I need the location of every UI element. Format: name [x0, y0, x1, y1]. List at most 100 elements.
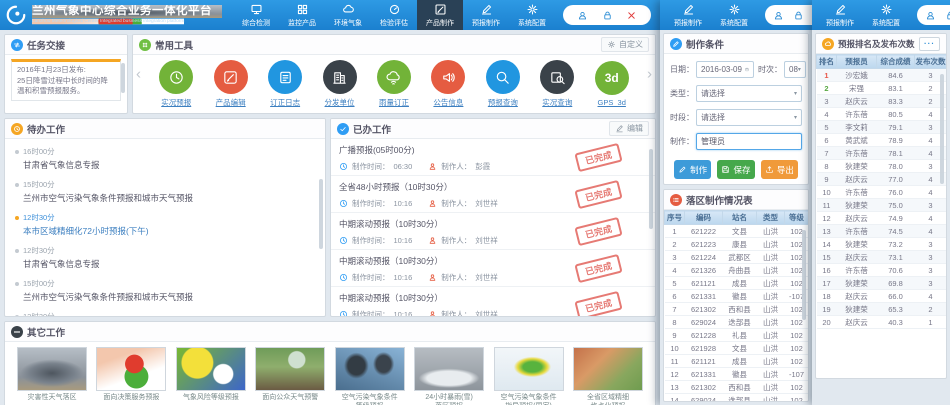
- table-row[interactable]: 13 621302 西和县 山洪 102: [665, 381, 809, 394]
- chevron-left-icon[interactable]: ‹: [136, 66, 141, 83]
- action-button[interactable]: 保存: [717, 160, 754, 179]
- done-item[interactable]: 全省48小时预报（10时30分） 制作时间： 10:16 制作人： 刘世祥: [331, 176, 655, 213]
- nav-item[interactable]: 预报制作: [817, 0, 863, 30]
- table-row[interactable]: 10 许东蓓 76.0 4: [817, 186, 947, 199]
- table-row[interactable]: 17 狄建荣 69.8 3: [817, 277, 947, 290]
- nav-item[interactable]: 预报制作: [665, 0, 711, 30]
- edit-button[interactable]: 编辑: [609, 121, 649, 136]
- more-menu-button[interactable]: ···: [919, 37, 940, 51]
- action-button[interactable]: 制作: [674, 160, 711, 179]
- tool-item[interactable]: 分发单位: [323, 60, 357, 108]
- table-row[interactable]: 10 621928 文县 山洪 102: [665, 342, 809, 355]
- date-input[interactable]: [701, 65, 745, 74]
- todo-item[interactable]: 12时30分 本市区域精细化72小时预报(下午): [15, 311, 315, 316]
- table-row[interactable]: 1 621222 文县 山洪 102: [665, 225, 809, 238]
- table-row[interactable]: 5 621121 成县 山洪 102: [665, 277, 809, 290]
- nav-item[interactable]: 系统配置: [863, 0, 909, 30]
- maker-input[interactable]: [701, 137, 797, 146]
- table-row[interactable]: 3 621224 武都区 山洪 102: [665, 251, 809, 264]
- tool-item[interactable]: 雨量订正: [377, 60, 411, 108]
- todo-item[interactable]: 16时00分 甘肃省气象信息专报: [15, 146, 315, 171]
- table-row[interactable]: 11 狄建荣 75.0 3: [817, 199, 947, 212]
- customize-button[interactable]: 自定义: [601, 37, 649, 52]
- work-thumbnail-item[interactable]: 面向决策服务预报: [94, 347, 168, 403]
- tool-item[interactable]: 公告信息: [431, 60, 465, 108]
- maker-field[interactable]: [696, 133, 802, 150]
- table-row[interactable]: 2 宋强 83.1 2: [817, 82, 947, 95]
- table-row[interactable]: 13 许东蓓 74.5 4: [817, 225, 947, 238]
- table-row[interactable]: 9 621228 礼县 山洪 102: [665, 329, 809, 342]
- close-icon[interactable]: [626, 10, 637, 21]
- tool-item[interactable]: 实况预报: [159, 60, 193, 108]
- table-row[interactable]: 18 赵庆云 66.0 4: [817, 290, 947, 303]
- todo-item[interactable]: 15时00分 兰州市空气污染气象条件预报和城市天气预报: [15, 278, 315, 303]
- tool-item[interactable]: 订正日志: [268, 60, 302, 108]
- user-icon[interactable]: [577, 10, 588, 21]
- table-row[interactable]: 7 许东蓓 78.1 4: [817, 147, 947, 160]
- done-item[interactable]: 中期滚动预报（10时30分） 制作时间： 10:16 制作人： 刘世祥: [331, 250, 655, 287]
- todo-item[interactable]: 12时30分 甘肃省气象信息专报: [15, 245, 315, 270]
- table-row[interactable]: 2 621223 康县 山洪 102: [665, 238, 809, 251]
- nav-item[interactable]: 系统配置: [509, 0, 555, 30]
- table-row[interactable]: 8 629024 迭部县 山洪 102: [665, 316, 809, 329]
- work-thumbnail-item[interactable]: 气象风险等级预报: [174, 347, 248, 403]
- work-thumbnail-item[interactable]: 空气污染气象条件 指导预报(国家): [492, 347, 566, 405]
- todo-item[interactable]: 15时00分 兰州市空气污染气象条件预报和城市天气预报: [15, 179, 315, 204]
- date-field[interactable]: [696, 61, 754, 78]
- chevron-right-icon[interactable]: ›: [647, 66, 652, 83]
- lock-icon[interactable]: [793, 10, 804, 21]
- lock-icon[interactable]: [602, 10, 613, 21]
- table-row[interactable]: 14 629024 迭部县 山洪 102: [665, 394, 809, 403]
- user-icon[interactable]: [773, 10, 784, 21]
- work-thumbnail-item[interactable]: 面向公众天气预警: [253, 347, 327, 403]
- table-row[interactable]: 3 赵庆云 83.3 2: [817, 95, 947, 108]
- table-row[interactable]: 14 狄建荣 73.2 3: [817, 238, 947, 251]
- lock-icon[interactable]: [945, 10, 950, 21]
- nav-item[interactable]: 预报制作: [463, 0, 509, 30]
- scrollbar[interactable]: [802, 230, 806, 320]
- scrollbar[interactable]: [940, 74, 944, 184]
- nav-item[interactable]: 检验评估: [371, 0, 417, 30]
- nav-item[interactable]: 综合检测: [233, 0, 279, 30]
- work-thumbnail-item[interactable]: 灾害性天气落区: [15, 347, 89, 403]
- handover-notice[interactable]: 2016年1月23日发布: 25日降雪过程中长时间的降温和积雪预报服务。: [11, 59, 121, 101]
- todo-item[interactable]: 12时30分 本市区域精细化72小时预报(下午): [15, 212, 315, 237]
- work-thumbnail-item[interactable]: 空气污染气象条件 等级预报: [333, 347, 407, 405]
- table-row[interactable]: 15 赵庆云 73.1 3: [817, 251, 947, 264]
- done-item[interactable]: 广播预报(05时00分) 制作时间： 06:30 制作人： 彭霞: [331, 139, 655, 176]
- done-item[interactable]: 中期滚动预报（10时30分） 制作时间： 10:16 制作人： 刘世祥: [331, 287, 655, 316]
- user-icon[interactable]: [925, 10, 936, 21]
- tool-item[interactable]: 实况查询: [540, 60, 574, 108]
- table-row[interactable]: 8 狄建荣 78.0 3: [817, 160, 947, 173]
- table-row[interactable]: 20 赵庆云 40.3 1: [817, 316, 947, 329]
- table-row[interactable]: 4 621326 舟曲县 山洪 102: [665, 264, 809, 277]
- period-select[interactable]: 请选择: [696, 109, 802, 126]
- table-row[interactable]: 4 许东蓓 80.5 4: [817, 108, 947, 121]
- table-row[interactable]: 7 621302 西和县 山洪 102: [665, 303, 809, 316]
- scrollbar[interactable]: [649, 149, 653, 229]
- table-row[interactable]: 9 赵庆云 77.0 4: [817, 173, 947, 186]
- nav-item[interactable]: 监控产品: [279, 0, 325, 30]
- tool-item[interactable]: 3d GPS_3d: [595, 61, 629, 107]
- tool-item[interactable]: 产品编辑: [214, 60, 248, 108]
- tool-item[interactable]: 预报查询: [486, 60, 520, 108]
- nav-item[interactable]: 环境气象: [325, 0, 371, 30]
- scrollbar[interactable]: [319, 179, 323, 249]
- table-row[interactable]: 6 黄武斌 78.9 4: [817, 134, 947, 147]
- table-row[interactable]: 1 沙宏娥 84.6 3: [817, 69, 947, 82]
- table-row[interactable]: 12 赵庆云 74.9 4: [817, 212, 947, 225]
- table-row[interactable]: 19 狄建荣 65.3 2: [817, 303, 947, 316]
- nav-item[interactable]: 产品制作: [417, 0, 463, 30]
- action-button[interactable]: 导出: [761, 160, 798, 179]
- done-item[interactable]: 中期滚动预报（10时30分） 制作时间： 10:16 制作人： 刘世祥: [331, 213, 655, 250]
- table-row[interactable]: 5 李文莉 79.1 3: [817, 121, 947, 134]
- table-row[interactable]: 6 621331 徽县 山洪 -107: [665, 290, 809, 303]
- time-select[interactable]: 08: [784, 61, 806, 78]
- scrollbar[interactable]: [121, 63, 125, 93]
- table-row[interactable]: 11 621121 成县 山洪 102: [665, 355, 809, 368]
- work-thumbnail-item[interactable]: 全省区域精细 格点化预报: [571, 347, 645, 405]
- table-row[interactable]: 12 621331 徽县 山洪 -107: [665, 368, 809, 381]
- work-thumbnail-item[interactable]: 24小时暴雨(雪) 落区预报: [412, 347, 486, 405]
- nav-item[interactable]: 系统配置: [711, 0, 757, 30]
- type-select[interactable]: 请选择: [696, 85, 802, 102]
